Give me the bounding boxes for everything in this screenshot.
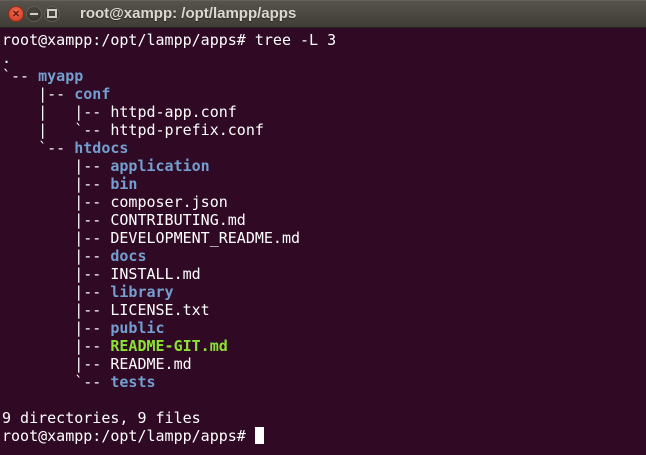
maximize-button[interactable] bbox=[44, 6, 60, 22]
file-name: httpd-app.conf bbox=[110, 103, 236, 121]
tree-branch: |-- bbox=[2, 229, 110, 247]
terminal-window: × root@xampp: /opt/lampp/apps root@xampp… bbox=[0, 0, 646, 455]
file-name: httpd-prefix.conf bbox=[110, 121, 264, 139]
tree-branch: `-- bbox=[2, 67, 38, 85]
terminal-line: |-- application bbox=[2, 157, 646, 175]
tree-branch: | |-- bbox=[2, 103, 110, 121]
tree-branch: |-- bbox=[2, 355, 110, 373]
tree-branch: |-- bbox=[2, 283, 110, 301]
tree-root: . bbox=[2, 49, 11, 67]
minimize-icon bbox=[30, 13, 38, 15]
maximize-icon bbox=[47, 9, 57, 18]
close-icon: × bbox=[12, 7, 19, 19]
tree-branch: |-- bbox=[2, 175, 110, 193]
file-name: LICENSE.txt bbox=[110, 301, 209, 319]
close-button[interactable]: × bbox=[8, 6, 24, 22]
tree-branch: |-- bbox=[2, 211, 110, 229]
directory-name: library bbox=[110, 283, 173, 301]
terminal-line: 9 directories, 9 files bbox=[2, 409, 646, 427]
file-name: composer.json bbox=[110, 193, 227, 211]
terminal-line: . bbox=[2, 49, 646, 67]
tree-branch: |-- bbox=[2, 193, 110, 211]
command: tree -L 3 bbox=[255, 31, 336, 49]
terminal-line: | |-- httpd-app.conf bbox=[2, 103, 646, 121]
terminal-line: `-- htdocs bbox=[2, 139, 646, 157]
prompt: root@xampp:/opt/lampp/apps# bbox=[2, 427, 255, 445]
terminal-line: |-- public bbox=[2, 319, 646, 337]
terminal-line: `-- myapp bbox=[2, 67, 646, 85]
terminal-line: |-- LICENSE.txt bbox=[2, 301, 646, 319]
tree-branch: |-- bbox=[2, 157, 110, 175]
prompt: root@xampp:/opt/lampp/apps# bbox=[2, 31, 255, 49]
tree-branch: |-- bbox=[2, 301, 110, 319]
terminal-line: |-- README.md bbox=[2, 355, 646, 373]
window-title: root@xampp: /opt/lampp/apps bbox=[80, 5, 296, 22]
terminal-line: root@xampp:/opt/lampp/apps# tree -L 3 bbox=[2, 31, 646, 49]
terminal-line: |-- bin bbox=[2, 175, 646, 193]
tree-summary: 9 directories, 9 files bbox=[2, 409, 201, 427]
terminal-output[interactable]: root@xampp:/opt/lampp/apps# tree -L 3.`-… bbox=[0, 28, 646, 455]
directory-name: tests bbox=[110, 373, 155, 391]
directory-name: application bbox=[110, 157, 209, 175]
tree-branch: |-- bbox=[2, 85, 74, 103]
directory-name: htdocs bbox=[74, 139, 128, 157]
directory-name: myapp bbox=[38, 67, 83, 85]
directory-name: docs bbox=[110, 247, 146, 265]
terminal-line: `-- tests bbox=[2, 373, 646, 391]
terminal-line: |-- README-GIT.md bbox=[2, 337, 646, 355]
directory-name: conf bbox=[74, 85, 110, 103]
terminal-line: |-- DEVELOPMENT_README.md bbox=[2, 229, 646, 247]
file-name: DEVELOPMENT_README.md bbox=[110, 229, 300, 247]
tree-branch: `-- bbox=[2, 373, 110, 391]
terminal-line: root@xampp:/opt/lampp/apps# bbox=[2, 427, 646, 445]
tree-branch: |-- bbox=[2, 247, 110, 265]
minimize-button[interactable] bbox=[26, 6, 42, 22]
terminal-line: |-- CONTRIBUTING.md bbox=[2, 211, 646, 229]
tree-branch: | `-- bbox=[2, 121, 110, 139]
terminal-line: |-- INSTALL.md bbox=[2, 265, 646, 283]
file-name: INSTALL.md bbox=[110, 265, 200, 283]
terminal-line: |-- library bbox=[2, 283, 646, 301]
tree-branch: |-- bbox=[2, 319, 110, 337]
terminal-line bbox=[2, 391, 646, 409]
tree-branch: `-- bbox=[2, 139, 74, 157]
tree-branch: |-- bbox=[2, 337, 110, 355]
terminal-line: |-- conf bbox=[2, 85, 646, 103]
terminal-cursor bbox=[255, 427, 264, 444]
tree-branch: |-- bbox=[2, 265, 110, 283]
directory-name: bin bbox=[110, 175, 137, 193]
terminal-line: |-- composer.json bbox=[2, 193, 646, 211]
window-titlebar: × root@xampp: /opt/lampp/apps bbox=[0, 0, 646, 28]
file-name: README.md bbox=[110, 355, 191, 373]
file-name: README-GIT.md bbox=[110, 337, 227, 355]
terminal-line: |-- docs bbox=[2, 247, 646, 265]
file-name: CONTRIBUTING.md bbox=[110, 211, 245, 229]
directory-name: public bbox=[110, 319, 164, 337]
terminal-line: | `-- httpd-prefix.conf bbox=[2, 121, 646, 139]
